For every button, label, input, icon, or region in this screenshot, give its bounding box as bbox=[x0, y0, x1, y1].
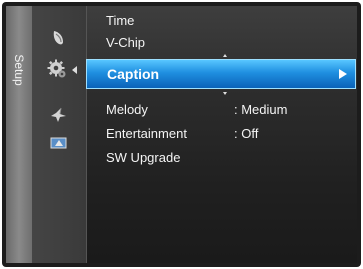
side-tab-label: Setup bbox=[12, 54, 26, 86]
menu-value-entertainment: : Off bbox=[234, 126, 259, 141]
submenu-arrow-icon bbox=[339, 69, 347, 79]
scroll-up-indicator bbox=[223, 54, 227, 57]
osd-screen: Setup Time V-Chip Caption Melody: Mediu… bbox=[6, 6, 357, 263]
menu-item-caption[interactable]: Caption bbox=[86, 59, 356, 89]
menu-item-time[interactable]: Time bbox=[106, 13, 134, 28]
menu-value-melody: : Medium bbox=[234, 102, 288, 117]
menu-item-melody[interactable]: Melody bbox=[106, 102, 148, 117]
menu-item-caption-label: Caption bbox=[107, 66, 160, 82]
sound-icon[interactable] bbox=[49, 105, 69, 125]
active-section-pointer bbox=[72, 66, 77, 74]
setup-gear-icon[interactable] bbox=[47, 59, 67, 79]
input-icon[interactable] bbox=[49, 133, 69, 153]
picture-icon[interactable] bbox=[48, 28, 68, 48]
menu-item-v-chip[interactable]: V-Chip bbox=[106, 35, 145, 50]
setup-menu: Time V-Chip Caption Melody : Medium Ente… bbox=[86, 6, 357, 263]
scroll-down-indicator bbox=[223, 92, 227, 95]
menu-item-entertainment[interactable]: Entertainment bbox=[106, 126, 187, 141]
menu-icon-column bbox=[32, 6, 87, 263]
setup-side-tab: Setup bbox=[6, 6, 32, 263]
tv-bezel: Setup Time V-Chip Caption Melody: Mediu… bbox=[2, 2, 361, 267]
menu-item-sw-upgrade[interactable]: SW Upgrade bbox=[106, 150, 180, 165]
